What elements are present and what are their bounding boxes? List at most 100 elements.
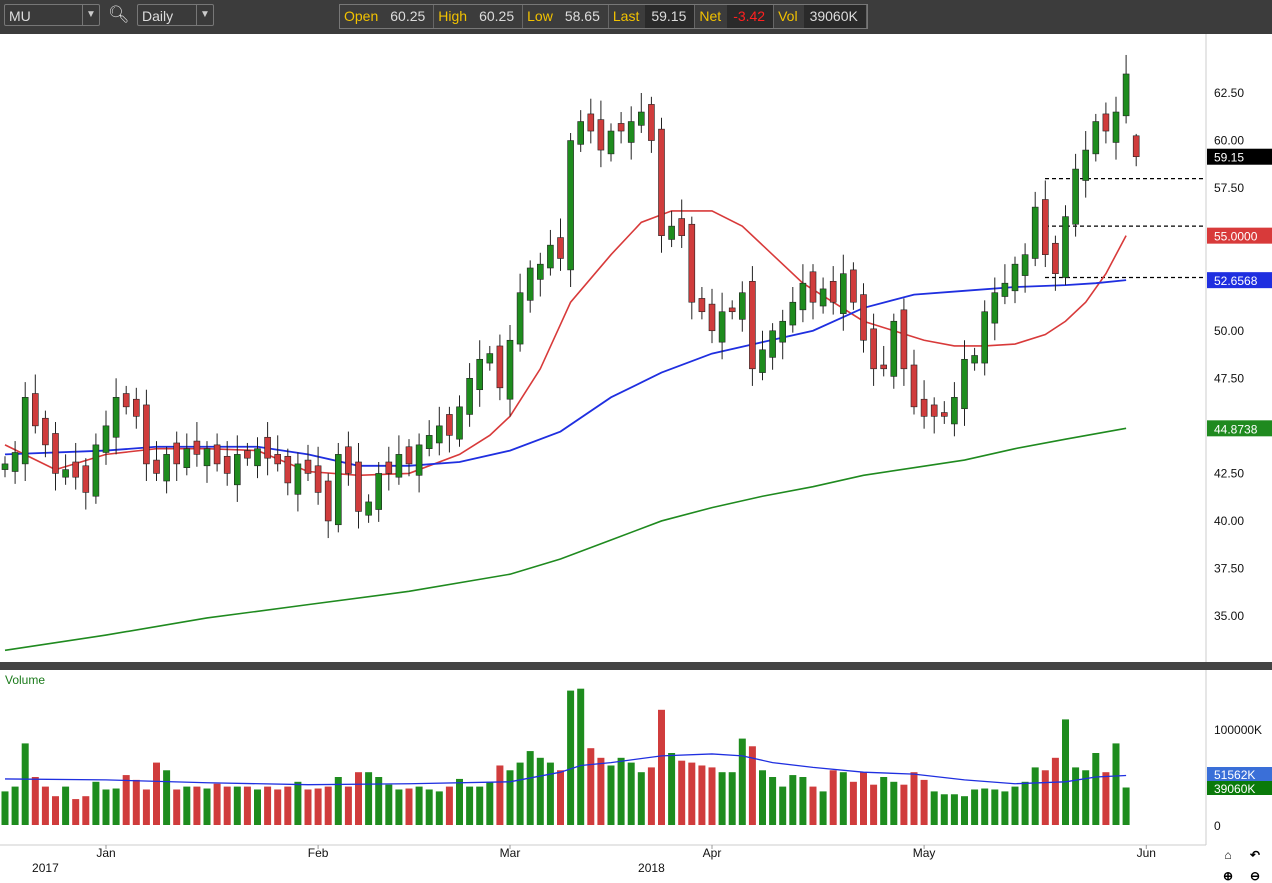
candle: [557, 218, 564, 271]
interval-select[interactable]: Daily ▼: [137, 4, 214, 26]
volume-bar: [344, 786, 352, 825]
candle: [82, 458, 90, 510]
volume-bar: [385, 784, 393, 825]
candle: [981, 300, 989, 376]
candle: [1062, 205, 1069, 286]
volume-bar: [254, 789, 261, 825]
candle-body: [1102, 113, 1110, 132]
candle-body: [345, 446, 352, 474]
candle: [516, 273, 524, 352]
candle: [1102, 102, 1110, 144]
home-icon[interactable]: ⌂: [1224, 848, 1231, 862]
quote-value: 39060K: [803, 5, 866, 28]
candle-body: [52, 433, 59, 474]
candle: [355, 442, 362, 529]
volume-bar: [769, 777, 777, 825]
date-label: Jan: [96, 846, 115, 860]
volume-bar: [223, 786, 231, 825]
volume-bar: [708, 767, 716, 825]
candle: [900, 298, 908, 386]
volume-bar: [910, 772, 918, 825]
search-icon[interactable]: 🔍︎: [108, 5, 130, 25]
candle-body: [961, 358, 968, 410]
candle-body: [1072, 168, 1079, 225]
candle-body: [486, 353, 494, 364]
candle-body: [11, 452, 19, 472]
candle-body: [476, 358, 484, 391]
volume-bar: [506, 770, 514, 825]
volume-bar: [112, 788, 120, 825]
volume-bar: [849, 781, 857, 825]
candle-body: [1082, 149, 1089, 181]
candle: [789, 287, 797, 333]
last-price-badge: 59.15: [1214, 151, 1244, 165]
candle-body: [173, 442, 180, 465]
volume-bar: [759, 770, 766, 825]
candle: [183, 433, 191, 476]
volume-bar: [466, 786, 474, 825]
volume-bar: [264, 786, 272, 825]
candle-body: [264, 436, 271, 459]
symbol-input[interactable]: MU ▼: [4, 4, 100, 26]
candle: [910, 349, 918, 415]
candle: [809, 264, 817, 320]
volume-bar: [809, 786, 817, 825]
quote-bar: Open 60.25 High 60.25 Low 58.65 Last 59.15 Net -3…: [339, 4, 868, 29]
zoom-out-icon[interactable]: ⊖: [1250, 869, 1260, 883]
candle: [890, 313, 898, 389]
candle-body: [749, 280, 756, 370]
quote-label: Last: [612, 8, 640, 24]
candle: [375, 461, 383, 522]
volume-bar: [779, 786, 787, 825]
quote-label: Low: [527, 8, 553, 24]
candle-body: [425, 435, 433, 449]
candle: [728, 300, 736, 320]
chevron-down-icon[interactable]: ▼: [196, 5, 213, 25]
candle-body: [334, 454, 342, 526]
quote-value: 59.15: [645, 5, 695, 28]
quote-label: High: [438, 8, 468, 24]
candle-body: [688, 223, 696, 303]
price-tick-label: 47.50: [1214, 371, 1244, 385]
undo-icon[interactable]: ↶: [1249, 848, 1260, 862]
volume-bar: [627, 762, 635, 825]
candle: [456, 395, 463, 447]
volume-bar: [294, 781, 302, 825]
candle: [991, 277, 999, 341]
candle-body: [617, 123, 625, 132]
candle: [284, 448, 292, 496]
candle: [21, 382, 29, 482]
candle: [395, 435, 403, 485]
volume-last-badge: 39060K: [1214, 782, 1255, 796]
candle: [304, 444, 312, 482]
volume-bar: [1062, 719, 1069, 825]
ma-badge-ma200: 44.8738: [1214, 422, 1258, 436]
candle: [880, 345, 888, 377]
volume-bar: [355, 772, 362, 825]
candle-body: [860, 294, 867, 341]
candle-body: [1062, 216, 1069, 278]
volume-bar: [456, 778, 463, 825]
candle: [668, 210, 675, 248]
candle: [173, 431, 180, 482]
candle-body: [1001, 282, 1009, 297]
candle-body: [829, 280, 837, 303]
candle-body: [607, 130, 615, 155]
quote-value: 58.65: [564, 8, 600, 24]
volume-bar: [183, 786, 191, 825]
zoom-in-icon[interactable]: ⊕: [1223, 869, 1233, 883]
price-tick-label: 62.50: [1214, 86, 1244, 100]
chevron-down-icon[interactable]: ▼: [82, 5, 99, 25]
candle: [637, 93, 645, 133]
date-label: Feb: [308, 846, 329, 860]
volume-bar: [1031, 767, 1039, 825]
volume-bar: [799, 777, 807, 825]
volume-bar: [11, 786, 19, 825]
volume-bar: [476, 786, 484, 825]
volume-bar: [890, 781, 898, 825]
volume-bar: [203, 788, 211, 825]
candle-body: [637, 111, 645, 126]
price-chart[interactable]: 35.0037.5040.0042.5045.0047.5050.0052.50…: [0, 0, 1272, 883]
quote-last: Last 59.15: [609, 5, 696, 28]
volume-bar: [496, 765, 504, 825]
